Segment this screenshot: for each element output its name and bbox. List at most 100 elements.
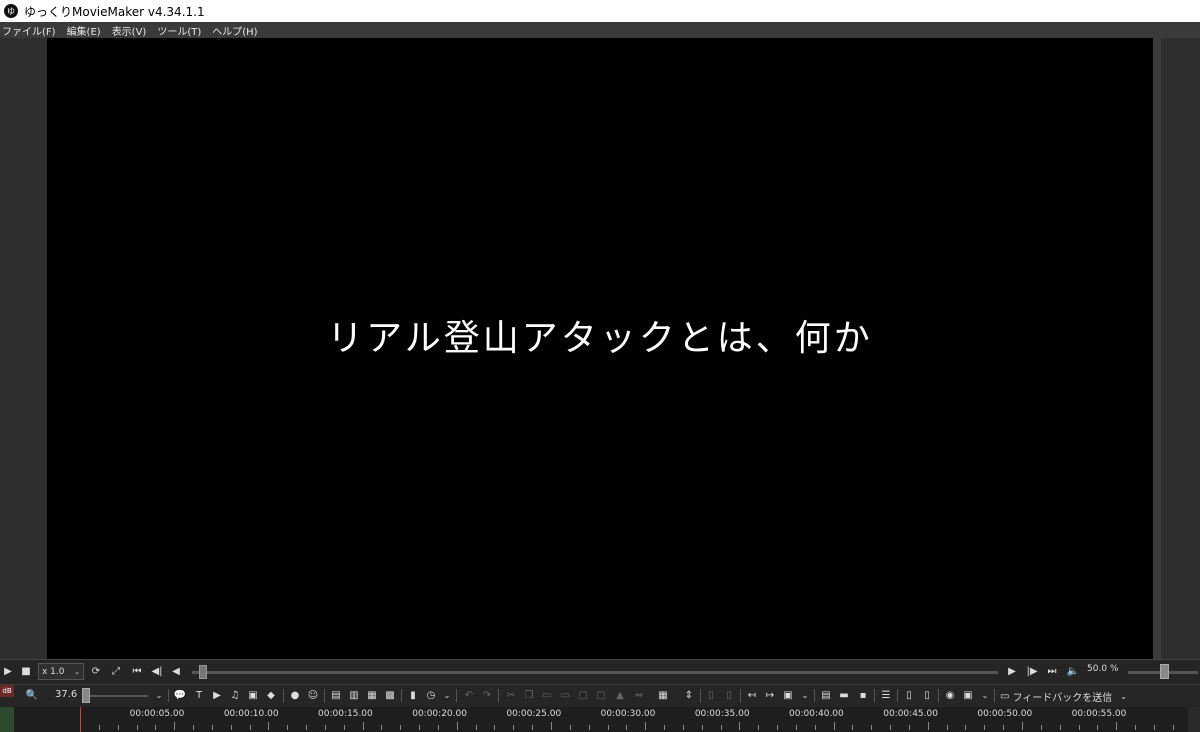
timeline-tick-label: 00:00:50.00 <box>977 709 1033 719</box>
gallery-icon[interactable]: ▦ <box>365 688 379 702</box>
clock-icon[interactable]: ◷ <box>424 688 438 702</box>
menu-help[interactable]: ヘルプ(H) <box>210 23 262 38</box>
preview-canvas[interactable]: リアル登山アタックとは、何か <box>47 38 1153 659</box>
paste-special-icon[interactable]: ▭ <box>558 688 572 702</box>
timeline-tick <box>927 722 929 730</box>
redo-icon[interactable]: ↷ <box>480 688 494 702</box>
play-icon[interactable]: ▶ <box>2 663 14 680</box>
timeline-tick <box>98 725 100 730</box>
zoom-thumb[interactable] <box>82 688 90 703</box>
timeline-tick <box>400 725 402 730</box>
undo-icon[interactable]: ↶ <box>462 688 476 702</box>
timeline-scrollbar[interactable] <box>1188 707 1200 732</box>
grid-snap-icon[interactable]: ▦ <box>656 688 670 702</box>
chevron-down-icon[interactable]: ⌄ <box>152 688 166 702</box>
zoom-icon[interactable]: 🔍 <box>25 688 39 702</box>
timeline-tick-label: 00:00:25.00 <box>506 709 562 719</box>
feedback-label: フィードバックを送信 <box>1012 693 1113 704</box>
folder-icon[interactable]: ▬ <box>837 688 851 702</box>
trim-start-icon[interactable]: ↤ <box>745 688 759 702</box>
new-file-icon[interactable]: ▤ <box>819 688 833 702</box>
text-icon[interactable]: T <box>192 688 206 702</box>
prev-frame-icon[interactable]: ◀| <box>149 663 165 680</box>
chevron-down-icon[interactable]: ⌄ <box>978 688 992 702</box>
trim-end-icon[interactable]: ↦ <box>763 688 777 702</box>
speed-select[interactable]: x 1.0 ⌄ <box>38 663 84 680</box>
chevron-down-icon[interactable]: ⌄ <box>798 688 812 702</box>
cut-icon[interactable]: ✂ <box>504 688 518 702</box>
select-icon[interactable]: ▣ <box>781 688 795 702</box>
export-icon[interactable]: ▯ <box>902 688 916 702</box>
delete-gap-icon[interactable]: ▯ <box>722 688 736 702</box>
shapes-icon[interactable]: ◆ <box>264 688 278 702</box>
timeline-tick <box>607 725 609 730</box>
chevron-down-icon: ⌄ <box>74 667 80 676</box>
timeline-tick <box>1135 725 1137 730</box>
loop-icon[interactable]: ⟳ <box>89 663 103 680</box>
chevron-down-icon[interactable]: ⌄ <box>440 688 454 702</box>
timeline-tick <box>343 725 345 730</box>
menu-file[interactable]: ファイル(F) <box>0 23 61 38</box>
toolbar-separator <box>938 689 939 702</box>
zoom-slider[interactable] <box>85 695 148 697</box>
step-back-icon[interactable]: ◀ <box>169 663 183 680</box>
group-icon[interactable]: ▢ <box>576 688 590 702</box>
delete-icon[interactable]: ▯ <box>704 688 718 702</box>
toolbar-separator <box>401 689 402 702</box>
grid-icon[interactable]: ▩ <box>383 688 397 702</box>
export-video-icon[interactable]: ▯ <box>920 688 934 702</box>
timeline-tick <box>739 722 741 730</box>
person-icon[interactable]: ● <box>288 688 302 702</box>
clipboard-icon[interactable]: ▣ <box>961 688 975 702</box>
settings-sliders-icon[interactable]: ☰ <box>879 688 893 702</box>
playhead[interactable] <box>80 707 81 732</box>
skip-start-icon[interactable]: ⏮ <box>130 663 144 680</box>
bookmark-icon[interactable]: ▮ <box>406 688 420 702</box>
ungroup-icon[interactable]: ▢ <box>594 688 608 702</box>
fit-icon[interactable]: ⤢ <box>109 663 123 680</box>
timeline-tick <box>268 722 270 730</box>
save-icon[interactable]: ▪ <box>856 688 870 702</box>
timeline-tick <box>664 725 666 730</box>
speaker-icon[interactable]: 🔈 <box>1066 663 1080 680</box>
video-icon[interactable]: ▶ <box>210 688 224 702</box>
feedback-button[interactable]: ▭ フィードバックを送信 ⌄ <box>1000 689 1127 704</box>
volume-thumb[interactable] <box>1160 664 1169 679</box>
menu-edit[interactable]: 編集(E) <box>65 23 106 38</box>
playback-bar: ▶ ■ x 1.0 ⌄ ⟳ ⤢ ⏮ ◀| ◀ ▶ |▶ ⏭ 🔈 50.0 % <box>0 659 1200 684</box>
zoom-value: 37.6 <box>55 689 78 700</box>
timeline-ruler[interactable]: 00:00:05.00 00:00:10.00 00:00:15.00 00:00:2… <box>14 707 1188 732</box>
timeline-tick-label: 00:00:30.00 <box>600 709 656 719</box>
speech-bubble-icon[interactable]: 💬 <box>173 688 187 702</box>
timeline-tick-label: 00:00:05.00 <box>129 709 185 719</box>
toolbar-separator <box>740 689 741 702</box>
menu-tools[interactable]: ツール(T) <box>155 23 206 38</box>
timeline-tick <box>475 725 477 730</box>
layer-icon[interactable]: ▥ <box>347 688 361 702</box>
toolbar-separator <box>897 689 898 702</box>
timeline-toolbar: 🔍 37.6 ⌄ 💬 T ▶ ♫ ▣ ◆ ● ☺ ▤ ▥ ▦ ▩ ▮ ◷ ⌄ ↶… <box>0 684 1200 707</box>
seek-bar[interactable] <box>192 671 998 674</box>
step-forward-icon[interactable]: ▶ <box>1005 663 1019 680</box>
next-frame-icon[interactable]: |▶ <box>1024 663 1040 680</box>
face-icon[interactable]: ☺ <box>306 688 320 702</box>
paste-icon[interactable]: ▭ <box>540 688 554 702</box>
speed-value: x 1.0 <box>42 666 65 677</box>
camera-icon[interactable]: ◉ <box>943 688 957 702</box>
seek-thumb[interactable] <box>199 665 207 679</box>
timeline-tick <box>193 725 195 730</box>
timeline[interactable]: 00:00:05.00 00:00:10.00 00:00:15.00 00:00:2… <box>0 707 1200 732</box>
image-icon[interactable]: ▣ <box>246 688 260 702</box>
music-icon[interactable]: ♫ <box>228 688 242 702</box>
timeline-tick <box>287 725 289 730</box>
menu-view[interactable]: 表示(V) <box>110 23 152 38</box>
skip-end-icon[interactable]: ⏭ <box>1045 663 1059 680</box>
copy-icon[interactable]: ❐ <box>522 688 536 702</box>
effect-icon[interactable]: ▤ <box>329 688 343 702</box>
toolbar-separator <box>324 689 325 702</box>
lock-icon[interactable]: ▲ <box>613 688 627 702</box>
level-meter <box>0 707 14 732</box>
spacing-icon[interactable]: ⇕ <box>682 688 696 702</box>
align-icon[interactable]: ⇔ <box>632 688 646 702</box>
stop-icon[interactable]: ■ <box>20 663 32 680</box>
